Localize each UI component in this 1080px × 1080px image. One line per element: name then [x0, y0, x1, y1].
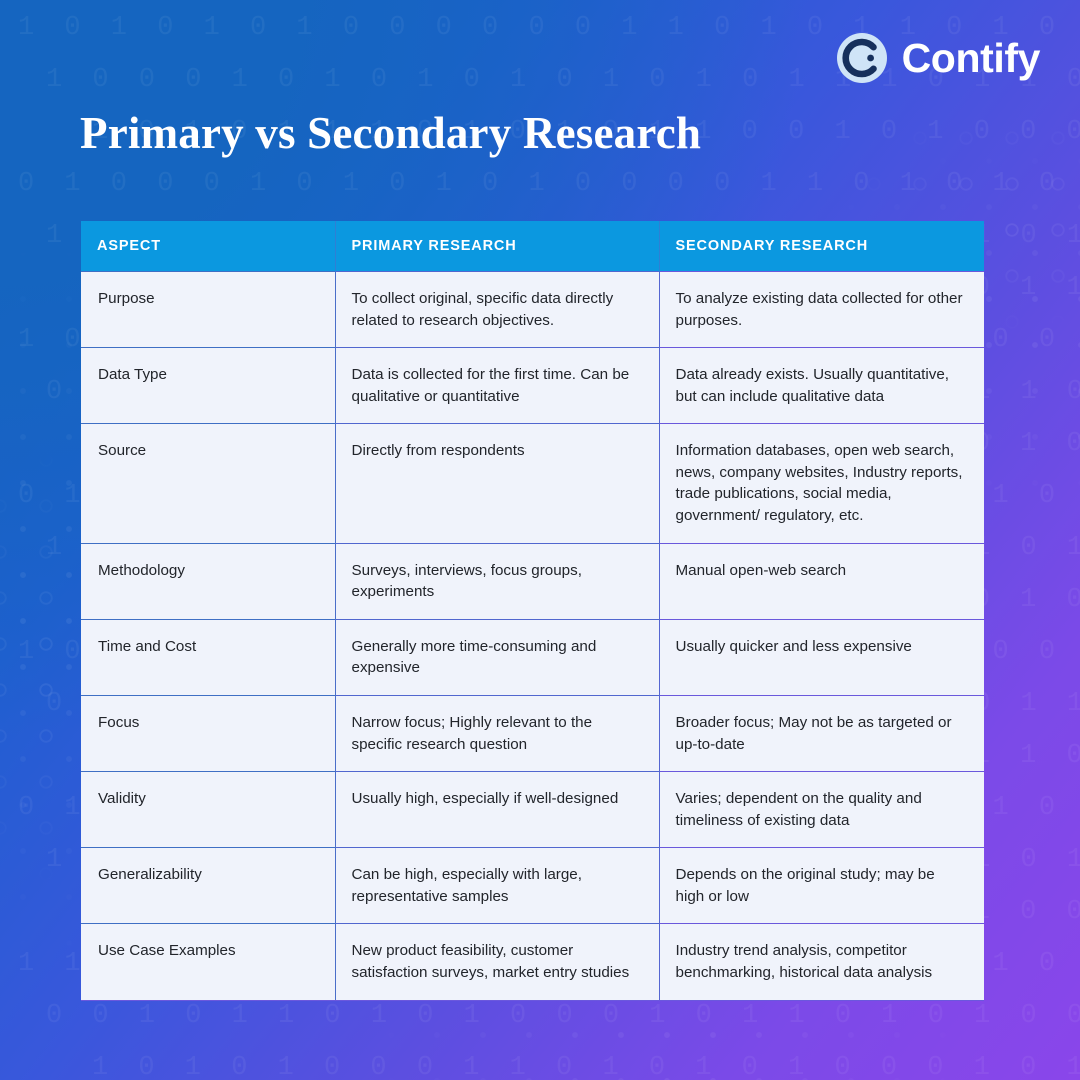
row-primary-research-cell: Can be high, especially with large, repr… — [334, 847, 659, 924]
row-secondary-research-cell: To analyze existing data collected for o… — [658, 270, 984, 348]
row-aspect-label: Source — [81, 423, 335, 544]
table-row: Data Type Data is collected for the first… — [81, 347, 984, 424]
contify-c-logo-icon — [836, 32, 888, 84]
table-row: Focus Narrow focus; Highly relevant to th… — [81, 694, 984, 772]
row-primary-research-cell: Surveys, interviews, focus groups, exper… — [334, 542, 659, 620]
row-primary-research-cell: Generally more time-consuming and expens… — [334, 618, 659, 696]
row-primary-research-cell: To collect original, specific data direc… — [334, 270, 659, 348]
row-secondary-research-cell: Varies; dependent on the quality and tim… — [658, 771, 984, 848]
page-title: Primary vs Secondary Research — [80, 108, 702, 158]
table-row: Time and Cost Generally more time-consumi… — [81, 618, 984, 696]
row-secondary-research-cell: Manual open-web search — [658, 542, 984, 620]
table-head: ASPECT PRIMARY RESEARCH SECONDARY RESEAR… — [81, 221, 984, 272]
row-secondary-research-cell: Industry trend analysis, competitor benc… — [658, 923, 984, 1001]
row-secondary-research-cell: Information databases, open web search, … — [658, 423, 984, 544]
brand-lockup: Contify — [836, 32, 1040, 84]
brand-name: Contify — [901, 34, 1041, 81]
row-primary-research-cell: Narrow focus; Highly relevant to the spe… — [334, 694, 659, 772]
column-header-secondary: SECONDARY RESEARCH — [658, 221, 984, 272]
table-row: Source Directly from respondents Informati… — [81, 423, 984, 544]
table-body: Purpose To collect original, specific dat… — [81, 270, 984, 1001]
comparison-table: ASPECT PRIMARY RESEARCH SECONDARY RESEAR… — [81, 221, 984, 1001]
row-aspect-label: Generalizability — [81, 847, 335, 924]
row-secondary-research-cell: Usually quicker and less expensive — [658, 618, 984, 696]
row-secondary-research-cell: Broader focus; May not be as targeted or… — [658, 694, 984, 772]
row-aspect-label: Purpose — [81, 270, 335, 348]
row-aspect-label: Validity — [81, 771, 335, 848]
table-row: Use Case Examples New product feasibility… — [81, 923, 984, 1001]
binary-row: 1 0 1 0 1 0 0 0 1 1 0 1 0 1 0 1 0 0 0 1 … — [92, 1053, 1080, 1080]
row-aspect-label: Time and Cost — [81, 618, 335, 696]
binary-row: 0 1 0 0 0 1 0 1 0 1 0 1 0 0 0 0 1 1 0 1 … — [18, 169, 1063, 199]
poster-canvas: 1 0 1 0 1 0 1 0 0 0 0 0 0 1 1 0 1 0 1 1 … — [0, 0, 1080, 1080]
column-header-primary: PRIMARY RESEARCH — [334, 221, 659, 272]
row-primary-research-cell: Directly from respondents — [334, 423, 659, 544]
row-secondary-research-cell: Depends on the original study; may be hi… — [658, 847, 984, 924]
table-header-row: ASPECT PRIMARY RESEARCH SECONDARY RESEAR… — [81, 221, 984, 272]
row-secondary-research-cell: Data already exists. Usually quantitativ… — [658, 347, 984, 424]
row-primary-research-cell: Usually high, especially if well-designe… — [334, 771, 659, 848]
row-primary-research-cell: Data is collected for the first time. Ca… — [334, 347, 659, 424]
table-row: Generalizability Can be high, especially … — [81, 847, 984, 924]
row-primary-research-cell: New product feasibility, customer satisf… — [334, 923, 659, 1001]
row-aspect-label: Focus — [81, 694, 335, 772]
row-aspect-label: Data Type — [81, 347, 335, 424]
row-aspect-label: Use Case Examples — [81, 923, 335, 1001]
table-row: Validity Usually high, especially if well… — [81, 771, 984, 848]
comparison-table-wrapper: ASPECT PRIMARY RESEARCH SECONDARY RESEAR… — [81, 221, 984, 1001]
table-row: Methodology Surveys, interviews, focus gr… — [81, 542, 984, 620]
column-header-aspect: ASPECT — [81, 221, 335, 272]
row-aspect-label: Methodology — [81, 542, 335, 620]
table-row: Purpose To collect original, specific dat… — [81, 270, 984, 348]
